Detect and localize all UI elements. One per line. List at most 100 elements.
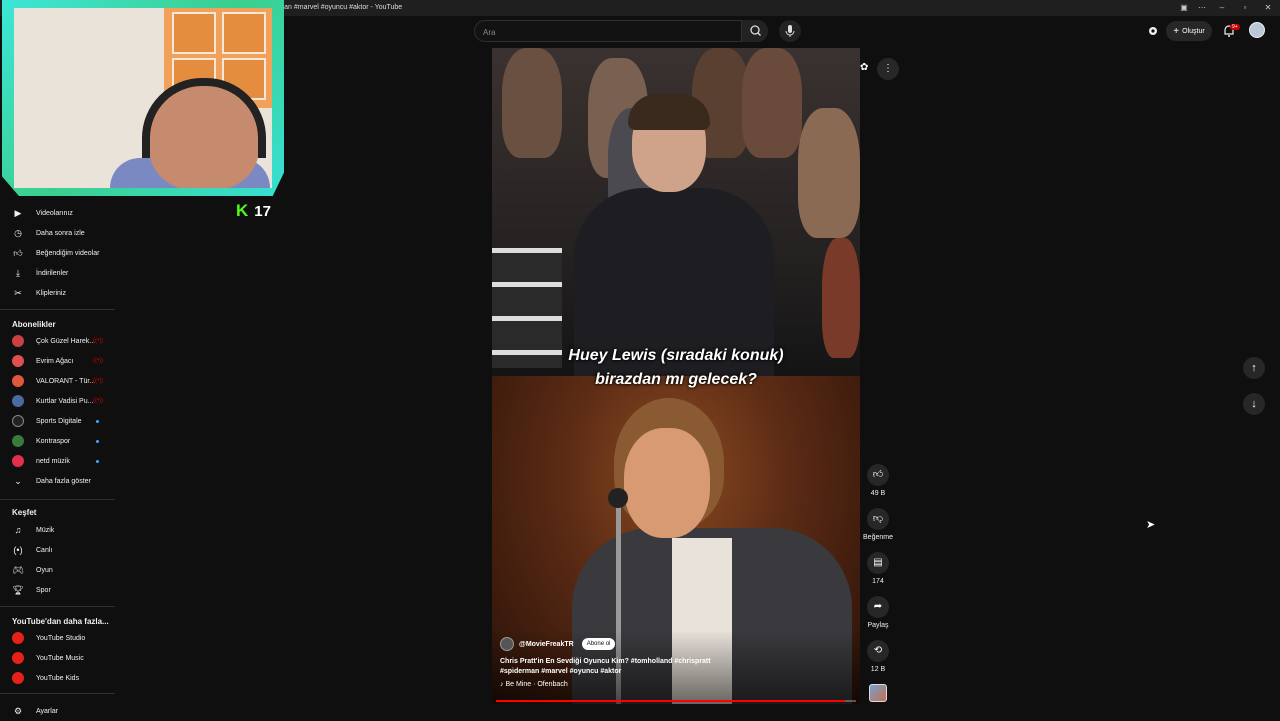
remix-button[interactable]: ⟲ 12 B [862, 640, 894, 673]
sidebar-divider [0, 309, 115, 310]
channel-avatar [12, 375, 24, 387]
minimize-button[interactable]: – [1215, 3, 1229, 12]
window-title: rman #marvel #oyuncu #aktor - YouTube [276, 4, 403, 11]
viewer-count: 17 [254, 202, 271, 220]
subscription-label: Kurtlar Vadisi Pu... [36, 397, 94, 405]
show-more-button[interactable]: ⌄ Daha fazla göster [0, 471, 115, 491]
sidebar-item-youtube-kids[interactable]: YouTube Kids [0, 668, 115, 688]
sidebar-item-liked-videos[interactable]: 👍︎ Beğendiğim videolar [0, 243, 115, 263]
live-icon: (•) [13, 545, 23, 555]
next-short-button[interactable]: ↓ [1243, 393, 1265, 415]
sidebar-item-youtube-music[interactable]: YouTube Music [0, 648, 115, 668]
search-input[interactable] [483, 25, 733, 39]
sidebar-item-music[interactable]: ♫ Müzik [0, 520, 115, 540]
sidebar-divider [0, 693, 115, 694]
search-button[interactable] [741, 20, 768, 42]
subscription-item[interactable]: VALORANT - Tür... ((•)) [0, 371, 115, 391]
thumbs-up-icon: 👍︎ [867, 464, 889, 486]
sidebar-item-gaming[interactable]: 🎮︎ Oyun [0, 560, 115, 580]
dislike-label: Beğenme [863, 534, 893, 541]
comments-button[interactable]: ▤ 174 [862, 552, 894, 585]
youtube-music-icon [12, 652, 24, 664]
gear-icon: ⚙ [13, 706, 23, 716]
previous-short-button[interactable]: ↑ [1243, 357, 1265, 379]
thumbs-up-icon: 👍︎ [13, 248, 23, 258]
subscription-item[interactable]: Kurtlar Vadisi Pu... ((•)) [0, 391, 115, 411]
more-from-youtube-header: YouTube'dan daha fazla... [12, 617, 109, 626]
subscription-item[interactable]: Sports Digitale [0, 411, 115, 431]
sidebar-item-label: Beğendiğim videolar [36, 249, 100, 257]
sidebar-item-label: Spor [36, 586, 51, 594]
trophy-icon: 🏆︎ [12, 585, 24, 595]
share-label: Paylaş [867, 622, 889, 629]
remix-count: 12 B [870, 666, 886, 673]
sidebar-item-settings[interactable]: ⚙ Ayarlar [0, 701, 115, 721]
subscription-label: VALORANT - Tür... [36, 377, 96, 385]
live-indicator-icon: ((•)) [93, 358, 104, 364]
maximize-button[interactable]: ▫ [1238, 3, 1252, 12]
progress-fill [496, 700, 846, 702]
create-button[interactable]: + Oluştur [1166, 21, 1212, 41]
video-frame-audience [492, 48, 860, 376]
shorts-video-player[interactable]: Huey Lewis (sıradaki konuk) birazdan mı … [492, 48, 860, 704]
subscription-label: Çok Güzel Harek... [36, 337, 96, 345]
pip-icon[interactable]: ▣ [1177, 3, 1191, 12]
channel-avatar [12, 335, 24, 347]
audience-member [742, 48, 802, 158]
sidebar-item-watch-later[interactable]: ◷ Daha sonra izle [0, 223, 115, 243]
sidebar-item-sports[interactable]: 🏆︎ Spor [0, 580, 115, 600]
sidebar-item-downloads[interactable]: ⤓ İndirilenler [0, 263, 115, 283]
account-avatar[interactable] [1249, 22, 1265, 38]
sidebar-item-clips[interactable]: ✂ Klipleriniz [0, 283, 115, 303]
mouse-cursor-icon: ➤ [1146, 519, 1156, 531]
show-more-label: Daha fazla göster [36, 477, 91, 485]
subscription-item[interactable]: Evrim Ağacı ((•)) [0, 351, 115, 371]
subscription-label: netd müzik [36, 457, 70, 465]
sidebar-item-label: YouTube Studio [36, 634, 86, 642]
live-indicator-icon: ((•)) [93, 338, 104, 344]
sidebar-item-label: Canlı [36, 546, 53, 554]
channel-avatar[interactable] [500, 637, 514, 651]
sidebar-item-live[interactable]: (•) Canlı [0, 540, 115, 560]
plus-icon: + [1173, 25, 1180, 37]
captions-settings-icon[interactable]: ✿ [860, 62, 868, 73]
live-indicator-icon: ((•)) [93, 378, 104, 384]
sidebar-item-label: Müzik [36, 526, 55, 534]
like-button[interactable]: 👍︎ 49 B [862, 464, 894, 497]
kick-viewer-count: K 17 [236, 201, 271, 221]
video-title[interactable]: Chris Pratt'in En Sevdiği Oyuncu Kim? #t… [500, 657, 750, 677]
more-options-button[interactable]: ⋮ [877, 58, 899, 80]
kick-logo-icon: K [236, 201, 249, 220]
channel-avatar [12, 415, 24, 427]
sound-thumbnail[interactable] [869, 684, 887, 702]
mic-icon [785, 25, 795, 37]
sidebar-item-youtube-studio[interactable]: YouTube Studio [0, 628, 115, 648]
video-icon: ▶ [14, 208, 22, 218]
share-button[interactable]: ➦ Paylaş [862, 596, 894, 629]
comment-count: 174 [872, 578, 884, 585]
music-row[interactable]: ♪ Be Mine · Ofenbach [500, 681, 568, 688]
subscription-item[interactable]: netd müzik [0, 451, 115, 471]
new-content-dot [96, 459, 99, 463]
settings-gear-icon[interactable] [1146, 24, 1160, 38]
sidebar-item-label: İndirilenler [36, 269, 69, 277]
dislike-button[interactable]: 👎︎ Beğenme [862, 508, 894, 541]
subscription-item[interactable]: Çok Güzel Harek... ((•)) [0, 331, 115, 351]
video-progress-bar[interactable] [496, 700, 856, 702]
more-icon[interactable]: ⋯ [1195, 3, 1209, 12]
subscription-item[interactable]: Kontraspor [0, 431, 115, 451]
channel-name[interactable]: @MovieFreakTR [519, 641, 574, 648]
webcam-overlay [2, 0, 284, 196]
scissors-icon: ✂ [14, 288, 22, 298]
sidebar-divider [0, 606, 115, 607]
live-indicator-icon: ((•)) [93, 398, 104, 404]
voice-search-button[interactable] [779, 20, 801, 42]
music-icon: ♫ [14, 525, 22, 535]
close-button[interactable]: ✕ [1261, 3, 1275, 12]
caption-line-1: Huey Lewis (sıradaki konuk) [568, 347, 784, 364]
channel-avatar [12, 395, 24, 407]
subscribe-button[interactable]: Abone ol [581, 638, 616, 650]
search-icon [750, 25, 761, 36]
explore-header: Keşfet [12, 508, 37, 517]
sidebar-item-your-videos[interactable]: ▶ Videolarınız [0, 203, 115, 223]
